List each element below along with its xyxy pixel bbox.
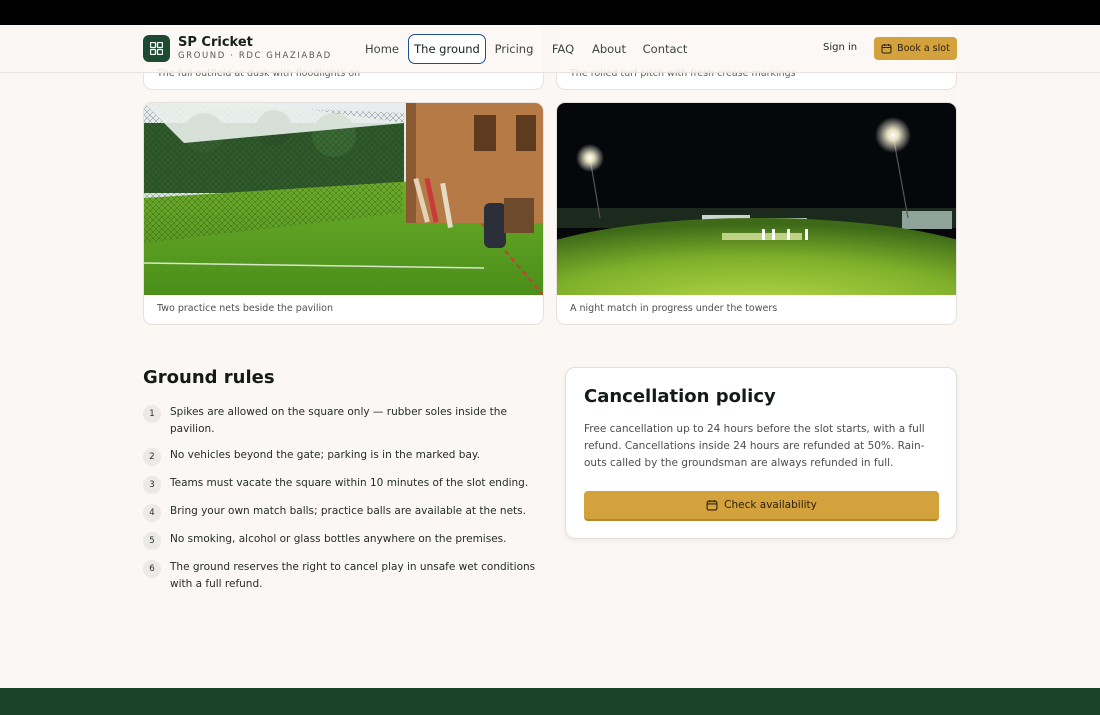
gallery-card[interactable]: A night match in progress under the towe… [556,102,957,325]
calendar-icon [881,44,892,54]
ground-rules-heading: Ground rules [143,367,275,388]
rule-text: Bring your own match balls; practice bal… [170,505,526,517]
brand-subtitle: GROUND · RDC GHAZIABAD [178,51,332,61]
night-match-photo [557,103,956,295]
list-item: 1 Spikes are allowed on the square only … [143,404,543,438]
practice-nets-photo [144,103,543,295]
nav-about[interactable]: About [589,34,629,64]
nav-home[interactable]: Home [361,34,403,64]
cancellation-policy-card: Cancellation policy Free cancellation up… [565,367,957,539]
gallery-card[interactable]: Two practice nets beside the pavilion [143,102,544,325]
rule-number: 4 [143,504,161,522]
rule-text: The ground reserves the right to cancel … [170,561,536,590]
check-availability-button[interactable]: Check availability [584,491,939,521]
grid-icon[interactable] [143,35,170,62]
rule-number: 1 [143,405,161,423]
rule-number: 2 [143,448,161,466]
photo-caption: Two practice nets beside the pavilion [157,303,334,314]
policy-text: Free cancellation up to 24 hours before … [584,423,925,469]
rule-number: 6 [143,560,161,578]
rule-text: No smoking, alcohol or glass bottles any… [170,533,507,545]
nav-faq[interactable]: FAQ [546,34,580,64]
rule-number: 5 [143,532,161,550]
site-footer [0,688,1100,715]
ground-rules-list: 1 Spikes are allowed on the square only … [143,404,543,602]
photo-caption: A night match in progress under the towe… [570,303,778,314]
rule-number: 3 [143,476,161,494]
top-black-bar [0,0,1100,25]
policy-heading: Cancellation policy [584,386,776,407]
sign-in-link[interactable]: Sign in [823,42,857,53]
list-item: 3 Teams must vacate the square within 10… [143,475,543,494]
calendar-icon [706,500,718,511]
list-item: 5 No smoking, alcohol or glass bottles a… [143,531,543,550]
book-slot-button[interactable]: Book a slot [874,37,957,60]
nav-the-ground[interactable]: The ground [408,34,486,64]
check-availability-label: Check availability [724,499,817,511]
rule-text: Teams must vacate the square within 10 m… [170,477,529,489]
brand-name[interactable]: SP Cricket [178,35,253,50]
site-header: SP Cricket GROUND · RDC GHAZIABAD Home T… [0,25,1100,73]
book-slot-label: Book a slot [897,43,950,54]
list-item: 4 Bring your own match balls; practice b… [143,503,543,522]
list-item: 6 The ground reserves the right to cance… [143,559,543,593]
list-item: 2 No vehicles beyond the gate; parking i… [143,447,543,466]
nav-pricing[interactable]: Pricing [492,34,536,64]
nav-contact[interactable]: Contact [640,34,690,64]
rule-text: No vehicles beyond the gate; parking is … [170,449,480,461]
rule-text: Spikes are allowed on the square only — … [170,406,507,435]
